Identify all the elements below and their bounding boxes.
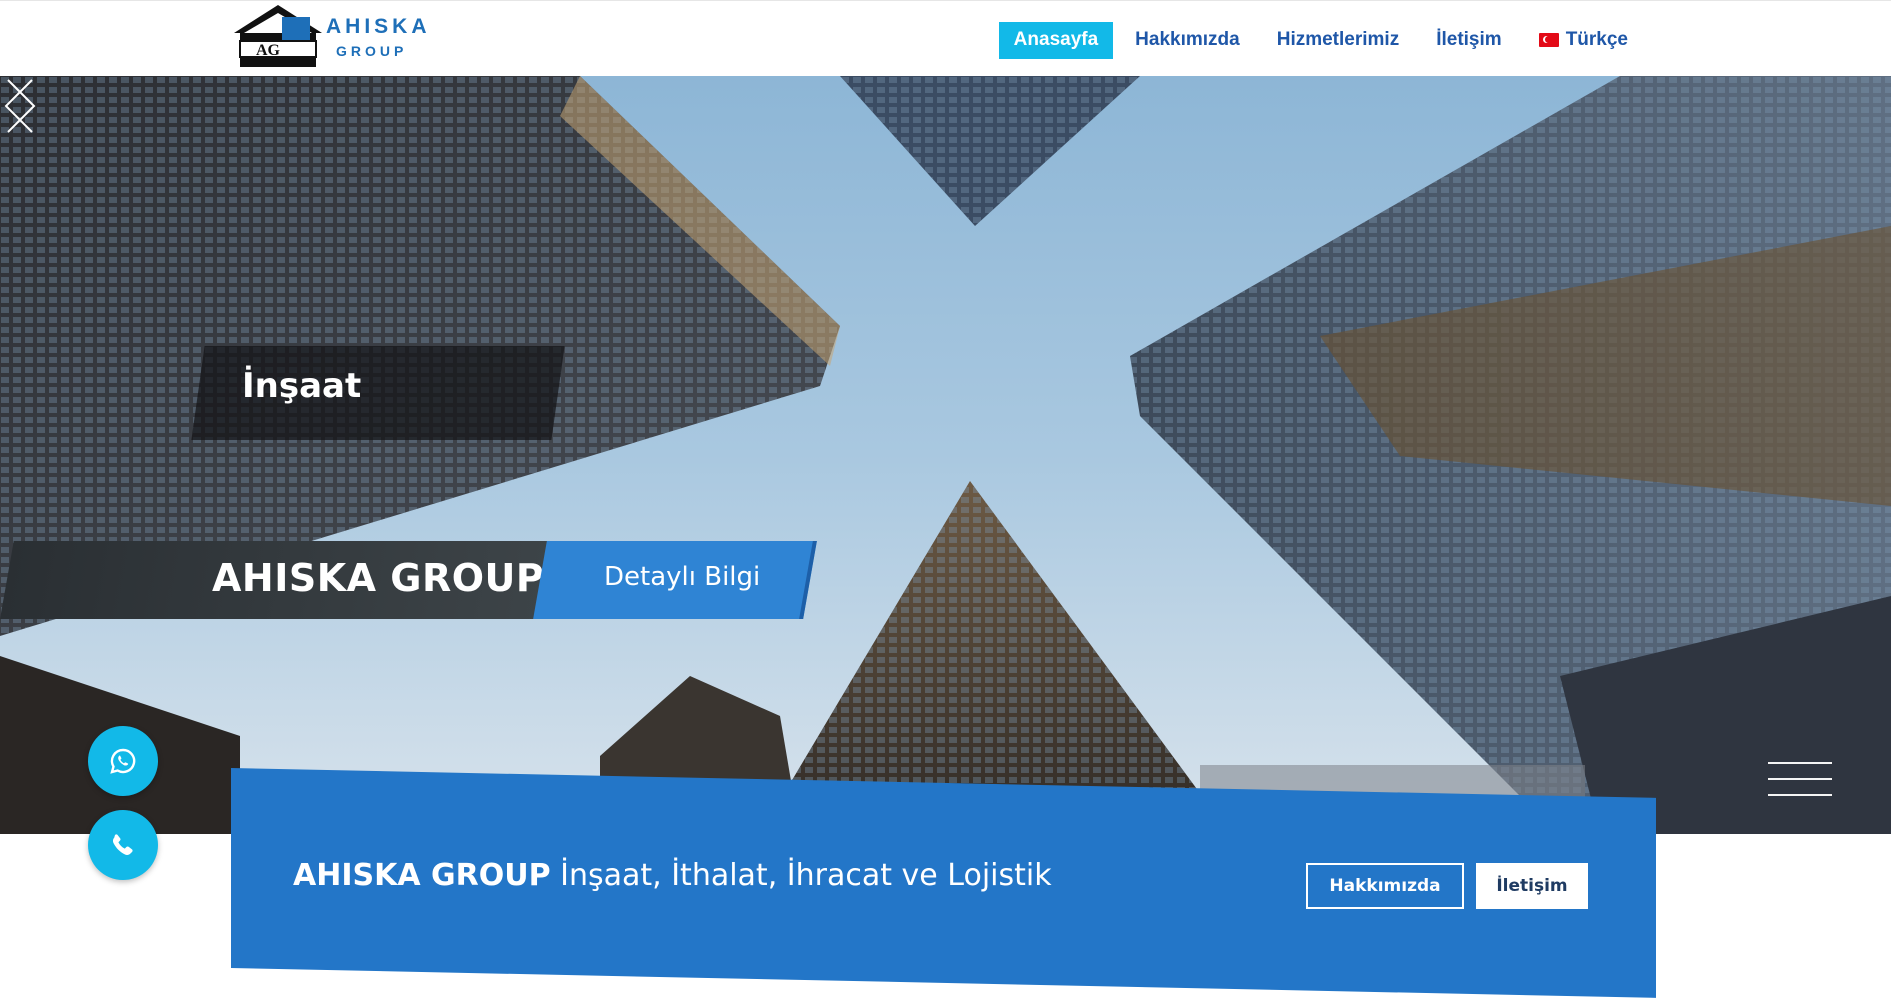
whatsapp-button[interactable] [88,726,158,796]
menu-lines-icon[interactable] [1768,762,1832,802]
nav-item-anasayfa[interactable]: Anasayfa [998,21,1114,59]
nav-item-iletisim[interactable]: İletişim [1421,22,1516,59]
cta-about-button[interactable]: Hakkımızda [1306,863,1464,909]
site-logo[interactable]: AG AHISKA GROUP [232,1,432,77]
logo-building-icon: AG [234,5,322,67]
language-selector[interactable]: Türkçe [1524,22,1643,59]
cta-contact-button[interactable]: İletişim [1476,863,1588,909]
phone-button[interactable] [88,810,158,880]
brand-band-text: AHISKA GROUP [212,556,545,600]
cta-title-bold: AHISKA GROUP [293,858,551,893]
cta-title-rest: İnşaat, İthalat, İhracat ve Lojistik [550,858,1052,893]
chevron-right-icon[interactable] [0,76,40,136]
svg-text:AG: AG [256,42,281,59]
language-label: Türkçe [1565,29,1628,50]
site-header: AG AHISKA GROUP Anasayfa Hakkımızda Hizm… [0,0,1891,76]
hero-background-image [0,76,1891,834]
phone-icon [112,834,133,856]
cta-title: AHISKA GROUP İnşaat, İthalat, İhracat ve… [293,858,1052,893]
hero-slider: İnşaat AHISKA GROUP Detaylı Bilgi [0,76,1891,834]
slide-caption: İnşaat [242,366,362,406]
nav-item-hakkimizda[interactable]: Hakkımızda [1120,22,1255,59]
nav-item-hizmetlerimiz[interactable]: Hizmetlerimiz [1262,22,1414,59]
turkey-flag-icon [1538,33,1559,47]
logo-sub: GROUP [336,43,408,59]
detail-button-label[interactable]: Detaylı Bilgi [604,562,760,592]
main-nav: Anasayfa Hakkımızda Hizmetlerimiz İletiş… [992,21,1643,59]
whatsapp-icon [110,748,136,774]
logo-name: AHISKA [326,15,431,38]
